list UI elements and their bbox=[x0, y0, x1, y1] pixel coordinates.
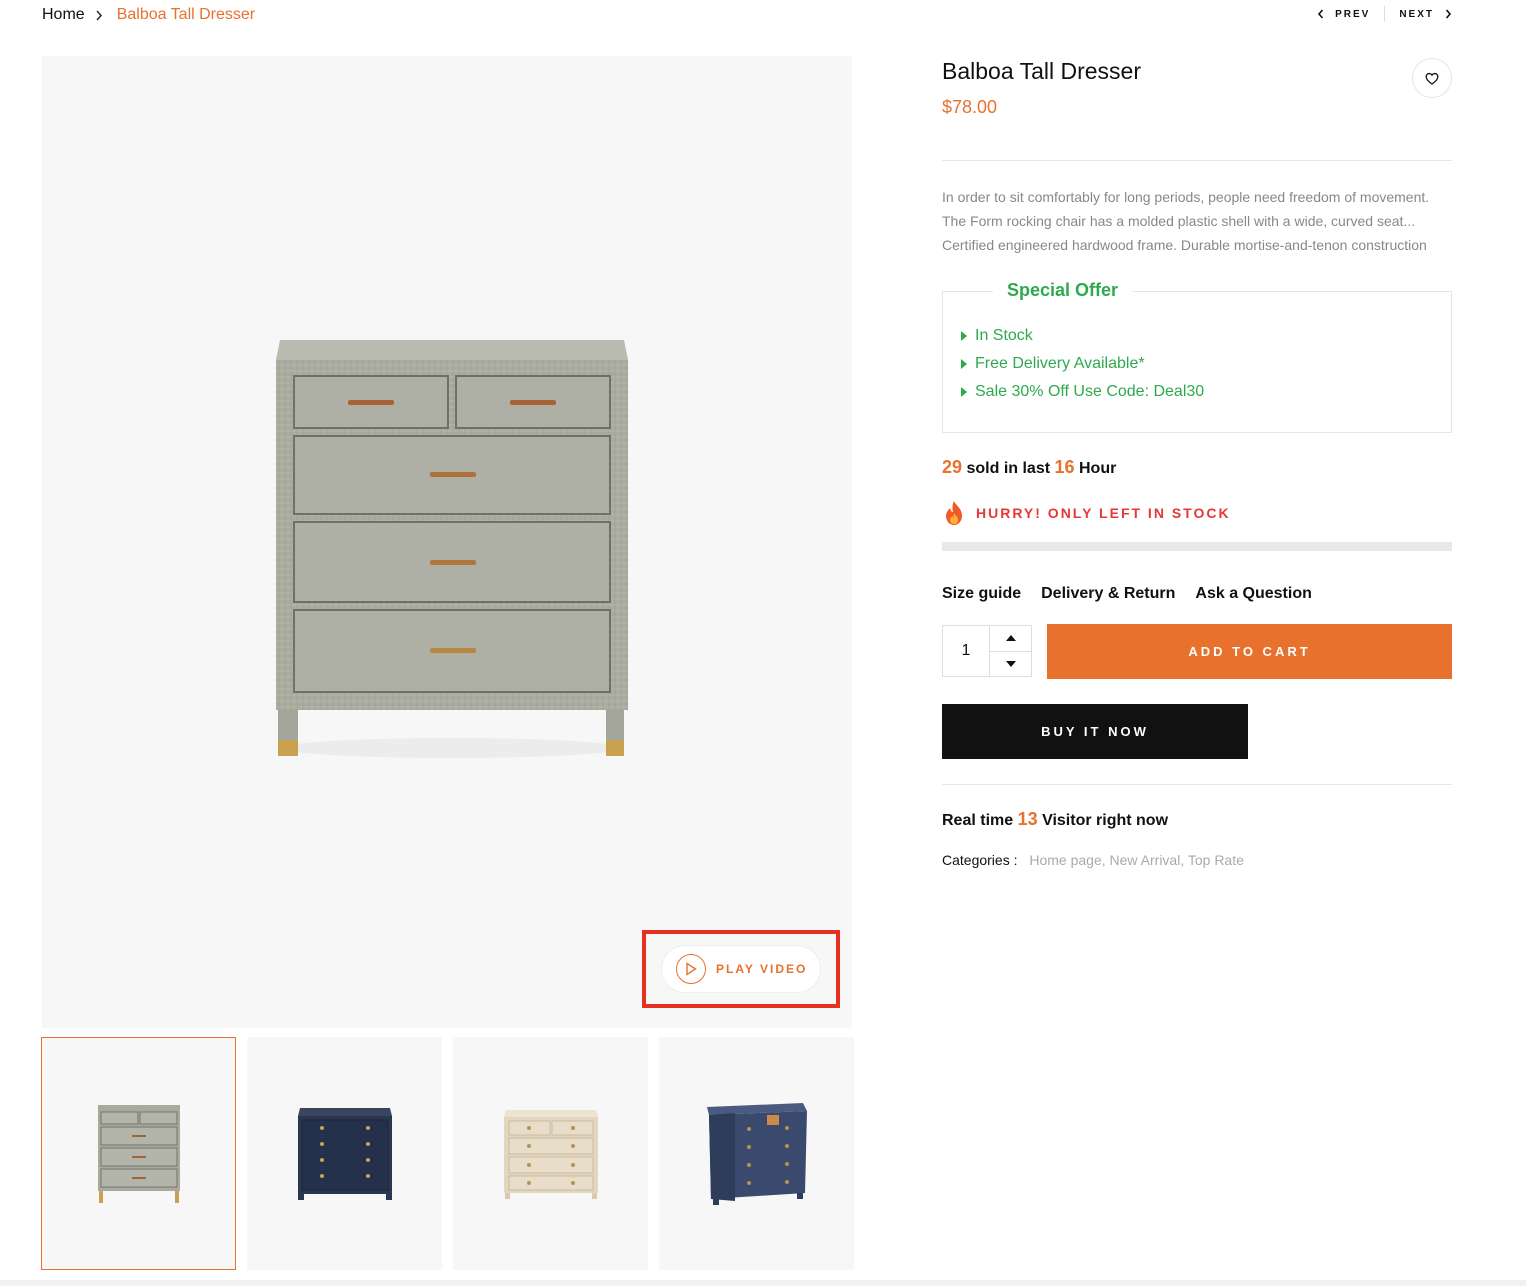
offer-item: Sale 30% Off Use Code: Deal30 bbox=[961, 378, 1204, 406]
offer-item: Free Delivery Available* bbox=[961, 350, 1204, 378]
cart-row: ADD TO CART bbox=[942, 624, 1452, 679]
dresser-image bbox=[276, 340, 628, 758]
triangle-right-icon bbox=[961, 387, 967, 397]
wishlist-button[interactable] bbox=[1412, 58, 1452, 98]
visitor-counter: Real time 13 Visitor right now bbox=[942, 809, 1452, 830]
sold-counter: 29 sold in last 16 Hour bbox=[942, 457, 1452, 478]
sold-hours: 16 bbox=[1054, 457, 1075, 477]
thumbnail-cream-dresser[interactable] bbox=[453, 1037, 648, 1270]
prev-product-link[interactable]: PREV bbox=[1317, 9, 1370, 20]
pager-divider bbox=[1384, 6, 1386, 22]
special-offer-box: Special Offer In Stock Free Delivery Ava… bbox=[942, 280, 1452, 433]
play-icon bbox=[676, 954, 706, 984]
next-product-link[interactable]: NEXT bbox=[1399, 9, 1452, 20]
thumbnail-strip bbox=[41, 1037, 854, 1270]
thumbnail-navy-dresser[interactable] bbox=[247, 1037, 442, 1270]
heart-icon bbox=[1425, 72, 1439, 85]
categories-label: Categories : bbox=[942, 852, 1018, 868]
navy-dresser-thumb-image bbox=[297, 1107, 392, 1200]
stock-progress-bar bbox=[942, 542, 1452, 551]
add-to-cart-button[interactable]: ADD TO CART bbox=[1047, 624, 1452, 679]
triangle-right-icon bbox=[961, 359, 967, 369]
blue-chest-thumb-image bbox=[706, 1102, 807, 1205]
size-guide-link[interactable]: Size guide bbox=[942, 585, 1021, 603]
next-label: NEXT bbox=[1399, 8, 1434, 20]
product-description: In order to sit comfortably for long per… bbox=[942, 189, 1430, 253]
low-stock-warning: HURRY! ONLY LEFT IN STOCK bbox=[942, 500, 1452, 526]
visitor-prefix: Real time bbox=[942, 812, 1014, 829]
quantity-increase-button[interactable] bbox=[990, 626, 1031, 651]
product-pager: PREV NEXT bbox=[1317, 6, 1452, 22]
play-video-label: PLAY VIDEO bbox=[716, 962, 808, 976]
product-price: $78.00 bbox=[942, 97, 998, 117]
breadcrumb-current: Balboa Tall Dresser bbox=[116, 6, 256, 23]
quantity-decrease-button[interactable] bbox=[990, 650, 1031, 677]
special-offer-title: Special Offer bbox=[993, 280, 1133, 301]
triangle-right-icon bbox=[961, 331, 967, 341]
breadcrumb: Home Balboa Tall Dresser bbox=[42, 4, 255, 26]
cream-dresser-thumb-image bbox=[503, 1109, 598, 1199]
play-video-highlight: PLAY VIDEO bbox=[642, 930, 840, 1008]
grey-dresser-thumb-image bbox=[97, 1104, 180, 1203]
offer-item-label: Free Delivery Available* bbox=[975, 355, 1145, 372]
product-links: Size guide Delivery & Return Ask a Quest… bbox=[942, 585, 1452, 603]
visitor-count: 13 bbox=[1017, 809, 1038, 829]
sold-suffix: Hour bbox=[1079, 460, 1117, 477]
offer-item: In Stock bbox=[961, 322, 1204, 350]
page-bottom-edge bbox=[0, 1280, 1526, 1286]
quantity-input[interactable] bbox=[943, 626, 989, 676]
product-title: Balboa Tall Dresser bbox=[942, 58, 1142, 84]
buy-now-button[interactable]: BUY IT NOW bbox=[942, 704, 1248, 759]
sold-count: 29 bbox=[942, 457, 963, 477]
low-stock-text: HURRY! ONLY LEFT IN STOCK bbox=[976, 505, 1231, 521]
offer-item-label: In Stock bbox=[975, 327, 1033, 344]
sold-text: sold in last bbox=[966, 460, 1051, 477]
prev-label: PREV bbox=[1335, 8, 1371, 20]
thumbnail-grey-dresser[interactable] bbox=[41, 1037, 236, 1270]
product-info: Balboa Tall Dresser $78.00 In order to s… bbox=[942, 56, 1452, 868]
offer-item-label: Sale 30% Off Use Code: Deal30 bbox=[975, 383, 1205, 400]
ask-question-link[interactable]: Ask a Question bbox=[1195, 585, 1311, 603]
visitor-suffix: Visitor right now bbox=[1042, 812, 1169, 829]
divider bbox=[942, 160, 1452, 161]
quantity-stepper bbox=[942, 625, 1032, 677]
fire-icon bbox=[946, 501, 962, 525]
delivery-return-link[interactable]: Delivery & Return bbox=[1041, 585, 1175, 603]
breadcrumb-home-link[interactable]: Home bbox=[42, 6, 85, 24]
caret-down-icon bbox=[1005, 660, 1016, 667]
chevron-left-icon bbox=[1318, 9, 1324, 19]
thumbnail-blue-chest[interactable] bbox=[659, 1037, 854, 1270]
caret-up-icon bbox=[1005, 635, 1016, 642]
main-product-image[interactable]: PLAY VIDEO bbox=[42, 56, 852, 1028]
play-video-button[interactable]: PLAY VIDEO bbox=[662, 946, 820, 992]
chevron-right-icon bbox=[1445, 9, 1452, 19]
divider bbox=[942, 784, 1452, 785]
product-categories: Categories : Home page, New Arrival, Top… bbox=[942, 852, 1452, 868]
categories-list[interactable]: Home page, New Arrival, Top Rate bbox=[1029, 852, 1244, 868]
chevron-right-icon bbox=[95, 9, 103, 21]
